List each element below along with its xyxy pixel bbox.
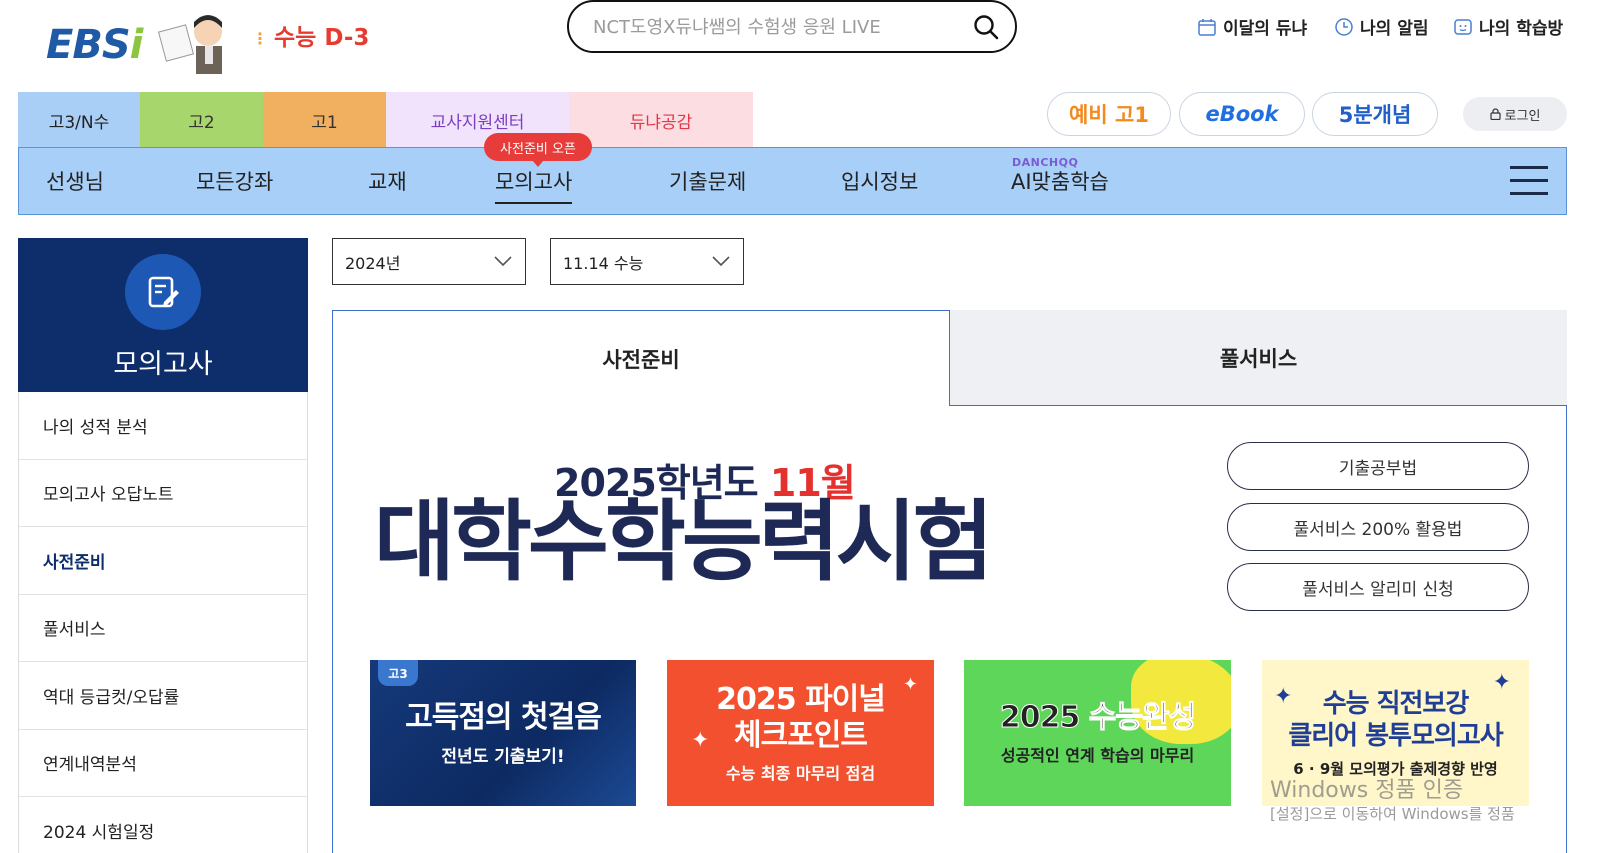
search-input[interactable] — [593, 14, 963, 40]
nav-ai-learning[interactable]: AI맞춤학습 — [1011, 166, 1109, 196]
danchoo-logo: DANCHQQ — [1012, 156, 1079, 169]
banner-title-line1: 2025 파이널 — [716, 682, 886, 717]
quick-link-pre-high1[interactable]: 예비 고1 — [1047, 92, 1171, 136]
dday-text: 수능 D-3 — [274, 25, 370, 51]
sparkle-icon: ✦ — [1492, 670, 1511, 695]
quick-link-5min-concept[interactable]: 5분개념 — [1312, 92, 1438, 136]
grade-tab-high3[interactable]: 고3/N수 — [18, 92, 140, 148]
banner-subtitle: 전년도 기출보기! — [441, 746, 565, 767]
dday-label[interactable]: ⋮ 수능 D-3 — [252, 18, 369, 52]
chevron-down-icon — [712, 256, 730, 267]
windows-activation-watermark-sub: [설정]으로 이동하여 Windows를 정품 — [1270, 805, 1515, 823]
nav-textbooks[interactable]: 교재 — [368, 166, 407, 196]
util-label: 나의 알림 — [1360, 19, 1429, 39]
full-service-alert-button[interactable]: 풀서비스 알리미 신청 — [1227, 563, 1529, 611]
exam-select[interactable]: 11.14 수능 — [550, 238, 744, 285]
full-service-guide-button[interactable]: 풀서비스 200% 활용법 — [1227, 503, 1529, 551]
sidebar-header: 모의고사 — [18, 238, 308, 392]
nav-badge-open: 사전준비 오픈 — [484, 133, 592, 167]
sidebar-item-linkage-analysis[interactable]: 연계내역분석 — [19, 730, 307, 797]
banner-title-line1: 수능 직전보강 — [1322, 688, 1470, 719]
sparkle-icon: ✦ — [691, 728, 710, 753]
banner-final-checkpoint[interactable]: 2025 파이널 체크포인트 수능 최종 마무리 점검 ✦ ✦ — [667, 660, 934, 806]
banner-title-line2: 체크포인트 — [734, 718, 868, 753]
banner-title: 2025 수능완성 — [999, 700, 1196, 736]
util-label: 이달의 듀냐 — [1223, 19, 1308, 39]
login-button[interactable]: 로그인 — [1463, 97, 1567, 131]
face-icon — [1454, 18, 1472, 35]
sidebar-item-grade-analysis[interactable]: 나의 성적 분석 — [19, 392, 307, 460]
ebsi-logo[interactable]: EBSi — [46, 10, 246, 74]
util-label: 나의 학습방 — [1479, 19, 1564, 39]
chevron-down-icon — [494, 256, 512, 267]
search-bar[interactable] — [567, 0, 1017, 53]
nav-admission-info[interactable]: 입시정보 — [841, 166, 918, 196]
banner-suneung-complete[interactable]: 2025 수능완성 성공적인 연계 학습의 마무리 — [964, 660, 1231, 806]
clock-icon — [1335, 17, 1353, 36]
sidebar-item-grade-cuts[interactable]: 역대 등급컷/오답률 — [19, 662, 307, 730]
lock-icon — [1489, 108, 1501, 120]
nav-teachers[interactable]: 선생님 — [46, 166, 104, 196]
page: EBSi ⋮수능 D-3 이달의 듀냐 나의 알림 나의 학습방 고3/N수 고… — [0, 0, 1619, 853]
banner-subtitle: 성공적인 연계 학습의 마무리 — [1000, 746, 1195, 765]
sparkle-icon: ✦ — [902, 674, 918, 695]
banner-grade-badge: 고3 — [378, 660, 418, 686]
windows-activation-watermark: Windows 정품 인증 — [1270, 778, 1464, 803]
sidebar-item-exam-schedule[interactable]: 2024 시험일정 — [19, 797, 307, 853]
login-label: 로그인 — [1504, 108, 1541, 124]
util-my-alerts[interactable]: 나의 알림 — [1334, 14, 1428, 39]
hero-title: 대학수학능력시험 — [374, 490, 994, 593]
calendar-icon — [1198, 18, 1216, 36]
sidebar-item-preparation[interactable]: 사전준비 — [19, 527, 307, 595]
logo-text: EBSi — [46, 22, 143, 68]
banner-subtitle: 수능 최종 마무리 점검 — [725, 764, 876, 783]
past-study-method-button[interactable]: 기출공부법 — [1227, 442, 1529, 490]
grade-tab-high2[interactable]: 고2 — [140, 92, 263, 148]
banner-title-line2: 클리어 봉투모의고사 — [1288, 720, 1503, 751]
util-monthly-dunya[interactable]: 이달의 듀냐 — [1197, 14, 1307, 39]
edit-document-icon — [125, 254, 201, 330]
banner-title: 고득점의 첫걸음 — [405, 699, 602, 735]
tab-preparation[interactable]: 사전준비 — [332, 310, 950, 406]
main-nav: 선생님 모든강좌 교재 모의고사 기출문제 입시정보 AI맞춤학습 — [18, 147, 1567, 215]
hamburger-menu-icon[interactable] — [1510, 164, 1550, 196]
search-icon[interactable] — [973, 14, 999, 40]
sidebar-menu: 나의 성적 분석 모의고사 오답노트 사전준비 풀서비스 역대 등급컷/오답률 … — [18, 392, 308, 853]
sidebar-item-full-service[interactable]: 풀서비스 — [19, 595, 307, 662]
nav-past-exams[interactable]: 기출문제 — [669, 166, 746, 196]
grade-tabs: 고3/N수 고2 고1 교사지원센터 듀냐공감 — [18, 92, 753, 148]
sidebar-title: 모의고사 — [113, 349, 213, 380]
util-my-study-room[interactable]: 나의 학습방 — [1453, 14, 1563, 39]
year-select[interactable]: 2024년 — [332, 238, 526, 285]
banner-high-score[interactable]: 고3 고득점의 첫걸음 전년도 기출보기! — [370, 660, 636, 806]
sidebar-item-wrong-answer-note[interactable]: 모의고사 오답노트 — [19, 460, 307, 527]
nav-all-courses[interactable]: 모든강좌 — [196, 166, 273, 196]
quick-link-ebook[interactable]: eBook — [1179, 92, 1305, 136]
nav-mock-exam[interactable]: 모의고사 — [495, 166, 573, 204]
grade-tab-high1[interactable]: 고1 — [263, 92, 386, 148]
sparkle-icon: ✦ — [1274, 684, 1293, 709]
grade-tab-dunya-space[interactable]: 듀냐공감 — [569, 92, 753, 148]
tab-full-service[interactable]: 풀서비스 — [950, 310, 1567, 406]
mascot-illustration — [158, 15, 222, 74]
exam-select-value: 11.14 수능 — [563, 253, 644, 273]
year-select-value: 2024년 — [345, 253, 401, 273]
